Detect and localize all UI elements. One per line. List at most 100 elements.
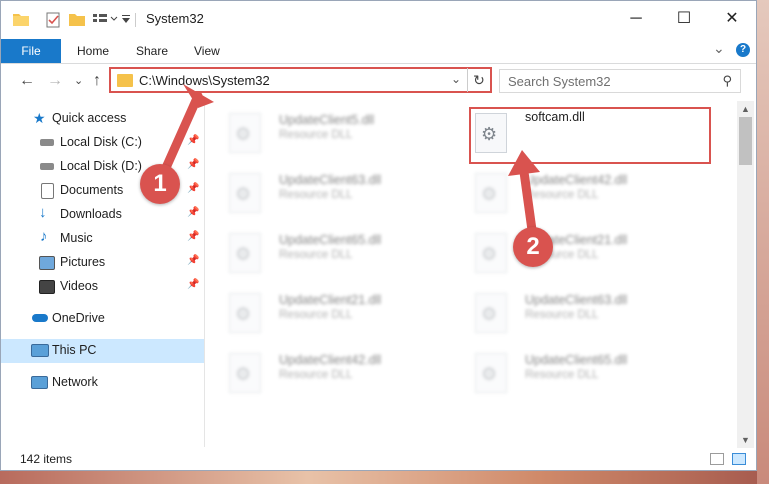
- tab-file[interactable]: File: [1, 39, 61, 63]
- refresh-icon[interactable]: ↻: [467, 68, 490, 92]
- file-item[interactable]: ⚙ UpdateClient63.dll Resource DLL: [459, 285, 689, 341]
- file-item[interactable]: ⚙ UpdateClient42.dll Resource DLL: [213, 345, 443, 401]
- forward-arrow-icon[interactable]: →: [47, 72, 63, 90]
- network-icon: [31, 376, 48, 389]
- sidebar-item-downloads[interactable]: ↓ Downloads 📌: [1, 203, 204, 227]
- minimize-button[interactable]: ─: [613, 1, 659, 37]
- details-view-icon[interactable]: [710, 453, 724, 465]
- dll-file-icon: ⚙: [475, 173, 507, 213]
- pane-divider[interactable]: [204, 101, 205, 447]
- window-title: System32: [146, 11, 204, 26]
- sidebar-label: Network: [52, 375, 98, 389]
- address-bar[interactable]: C:\Windows\System32 ⌄ ↻: [109, 67, 492, 93]
- maximize-button[interactable]: ☐: [661, 1, 707, 37]
- ribbon-tabs: File Home Share View ⌄ ?: [1, 39, 756, 64]
- dll-file-icon: ⚙: [475, 233, 507, 273]
- address-folder-icon: [117, 74, 133, 87]
- file-type: Resource DLL: [279, 309, 353, 321]
- file-item[interactable]: ⚙ UpdateClient63.dll Resource DLL: [213, 165, 443, 221]
- computer-icon: [31, 344, 49, 357]
- search-box[interactable]: Search System32 ⚲: [499, 69, 741, 93]
- large-icons-view-icon[interactable]: [732, 453, 746, 465]
- sidebar-item-this-pc[interactable]: This PC: [1, 339, 204, 363]
- help-icon[interactable]: ?: [736, 43, 750, 57]
- up-arrow-icon[interactable]: ↑: [93, 72, 101, 90]
- scroll-down-arrow-icon[interactable]: ▼: [741, 435, 750, 445]
- customize-toolbar-icon[interactable]: [93, 12, 121, 26]
- pin-icon: 📌: [187, 135, 200, 146]
- sidebar-label: Documents: [60, 183, 124, 197]
- file-type: Resource DLL: [279, 129, 353, 141]
- sidebar-label: Music: [60, 231, 93, 245]
- sidebar-item-network[interactable]: Network: [1, 371, 204, 395]
- sidebar-label: Quick access: [52, 111, 127, 125]
- new-folder-icon[interactable]: [69, 12, 85, 26]
- sidebar-label: OneDrive: [52, 311, 105, 325]
- file-name: UpdateClient21.dll: [279, 293, 382, 307]
- file-name: UpdateClient65.dll: [279, 233, 382, 247]
- scroll-up-arrow-icon[interactable]: ▲: [741, 104, 750, 114]
- file-name: UpdateClient65.dll: [525, 353, 628, 367]
- recent-locations-icon[interactable]: ⌄: [74, 74, 83, 87]
- music-icon: ♪: [40, 228, 48, 245]
- address-dropdown-icon[interactable]: ⌄: [451, 72, 461, 86]
- folder-icon[interactable]: [13, 12, 29, 26]
- file-item[interactable]: ⚙ UpdateClient5.dll Resource DLL: [213, 105, 443, 161]
- dll-file-icon: ⚙: [229, 173, 261, 213]
- vertical-scrollbar[interactable]: ▲ ▼: [737, 101, 754, 448]
- dll-file-icon: ⚙: [229, 113, 261, 153]
- pin-icon: 📌: [187, 255, 200, 266]
- sidebar-label: Local Disk (C:): [60, 135, 142, 149]
- tab-home[interactable]: Home: [77, 39, 109, 63]
- pin-icon: 📌: [187, 279, 200, 290]
- file-item[interactable]: ⚙ UpdateClient65.dll Resource DLL: [459, 345, 689, 401]
- desktop-background: [0, 471, 769, 484]
- title-separator: [135, 13, 136, 27]
- sidebar-item-onedrive[interactable]: OneDrive: [1, 307, 204, 331]
- sidebar-item-local-disk-c[interactable]: Local Disk (C:) 📌: [1, 131, 204, 155]
- sidebar-item-music[interactable]: ♪ Music 📌: [1, 227, 204, 251]
- file-type: Resource DLL: [279, 369, 353, 381]
- downloads-icon: ↓: [39, 204, 47, 221]
- search-icon[interactable]: ⚲: [722, 73, 732, 89]
- documents-icon: [41, 183, 54, 199]
- step-badge-2: 2: [513, 227, 553, 267]
- pin-icon: 📌: [187, 183, 200, 194]
- status-bar: 142 items: [1, 448, 756, 470]
- file-name: UpdateClient5.dll: [279, 113, 375, 127]
- search-placeholder: Search System32: [508, 74, 611, 89]
- sidebar-item-videos[interactable]: Videos 📌: [1, 275, 204, 299]
- scrollbar-thumb[interactable]: [739, 117, 752, 165]
- file-name: UpdateClient63.dll: [525, 293, 628, 307]
- file-item[interactable]: ⚙ UpdateClient42.dll Resource DLL: [459, 165, 689, 221]
- file-item[interactable]: ⚙ UpdateClient21.dll Resource DLL: [213, 285, 443, 341]
- expand-ribbon-icon[interactable]: ⌄: [713, 40, 725, 57]
- file-type: Resource DLL: [525, 369, 599, 381]
- desktop-background-edge: [757, 0, 769, 484]
- back-arrow-icon[interactable]: ←: [19, 72, 35, 90]
- dll-file-icon: ⚙: [229, 233, 261, 273]
- file-type: Resource DLL: [279, 249, 353, 261]
- tab-share[interactable]: Share: [136, 39, 168, 63]
- address-path[interactable]: C:\Windows\System32: [139, 73, 270, 88]
- close-button[interactable]: ✕: [709, 1, 755, 37]
- sidebar-label: Videos: [60, 279, 98, 293]
- sidebar-item-quick-access[interactable]: ★ Quick access: [1, 107, 204, 131]
- properties-icon[interactable]: [45, 12, 61, 28]
- sidebar-label: Local Disk (D:): [60, 159, 142, 173]
- file-item[interactable]: ⚙ UpdateClient65.dll Resource DLL: [213, 225, 443, 281]
- sidebar-label: This PC: [52, 343, 97, 357]
- quick-access-dropdown-icon[interactable]: [121, 12, 131, 26]
- dll-file-icon: ⚙: [229, 353, 261, 393]
- file-list: ⚙ UpdateClient5.dll Resource DLL ⚙ Updat…: [207, 101, 737, 448]
- tab-view[interactable]: View: [194, 39, 220, 63]
- file-item[interactable]: ⚙ UpdateClient21.dll Resource DLL: [459, 225, 689, 281]
- onedrive-cloud-icon: [32, 314, 48, 322]
- step-badge-1: 1: [140, 164, 180, 204]
- drive-icon: [40, 139, 54, 146]
- file-type: Resource DLL: [525, 309, 599, 321]
- sidebar-item-pictures[interactable]: Pictures 📌: [1, 251, 204, 275]
- pin-icon: 📌: [187, 231, 200, 242]
- dll-file-icon: ⚙: [475, 353, 507, 393]
- dll-file-icon: ⚙: [475, 293, 507, 333]
